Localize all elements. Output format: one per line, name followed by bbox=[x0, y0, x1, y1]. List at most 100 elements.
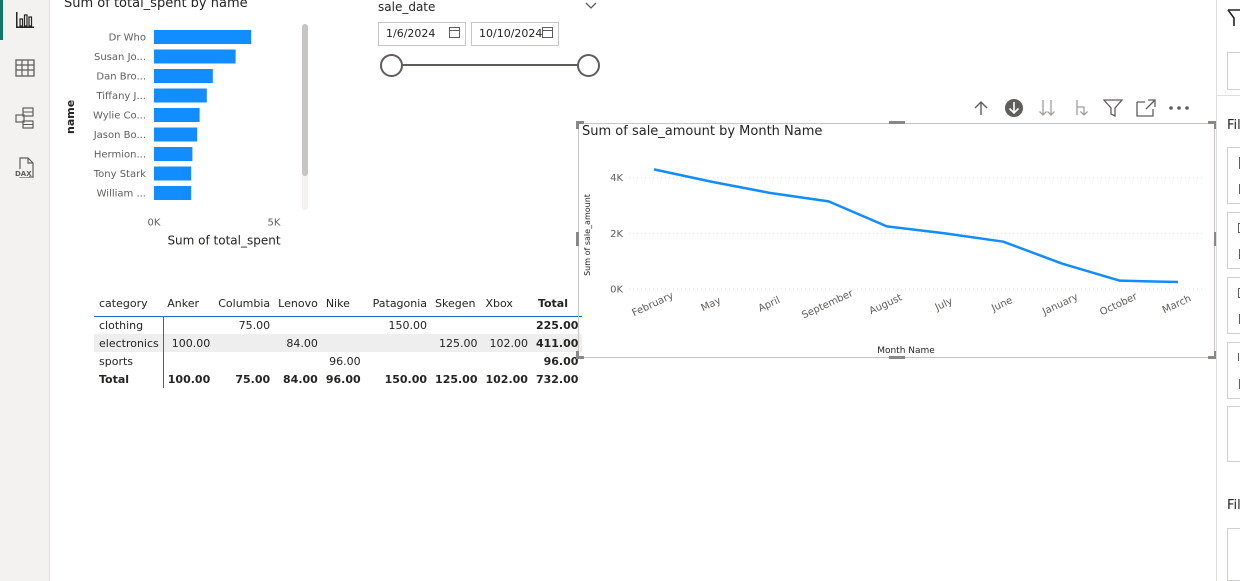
data-point[interactable] bbox=[1117, 278, 1123, 284]
matrix-cell[interactable] bbox=[214, 334, 275, 352]
bar[interactable] bbox=[154, 127, 198, 142]
matrix-column-header[interactable]: Patagonia bbox=[365, 292, 431, 316]
matrix-cell[interactable]: 225.00 bbox=[532, 316, 582, 334]
data-point[interactable] bbox=[709, 179, 715, 185]
add-filter-drop-zone[interactable] bbox=[1227, 406, 1240, 462]
bar[interactable] bbox=[154, 49, 236, 64]
matrix-cell[interactable] bbox=[482, 352, 532, 370]
matrix-cell[interactable]: 125.00 bbox=[431, 334, 482, 352]
matrix-cell[interactable] bbox=[214, 352, 274, 370]
matrix-cell[interactable] bbox=[321, 334, 365, 352]
bar[interactable] bbox=[154, 30, 252, 44]
model-view-button[interactable] bbox=[0, 98, 50, 138]
matrix-cell[interactable]: 102.00 bbox=[482, 370, 532, 388]
matrix-cell[interactable] bbox=[274, 316, 322, 334]
data-point[interactable] bbox=[767, 190, 773, 196]
matrix-cell[interactable]: 84.00 bbox=[274, 370, 322, 388]
matrix-cell[interactable]: 96.00 bbox=[322, 352, 365, 370]
matrix-cell[interactable]: 150.00 bbox=[365, 316, 431, 334]
filter-card[interactable] bbox=[1227, 212, 1240, 269]
bar[interactable] bbox=[154, 147, 193, 161]
chevron-down-icon[interactable] bbox=[584, 0, 598, 15]
matrix-row-header[interactable]: electronics bbox=[94, 334, 164, 352]
date-range-slider-start-handle[interactable] bbox=[380, 54, 403, 77]
matrix-cell[interactable]: 150.00 bbox=[365, 370, 431, 388]
bar-chart-scrollbar-thumb[interactable] bbox=[302, 24, 308, 176]
drill-up-icon[interactable] bbox=[970, 97, 992, 119]
matrix-row-header[interactable]: Total bbox=[94, 370, 164, 388]
matrix-row-header[interactable]: clothing bbox=[94, 316, 164, 334]
start-date-input[interactable]: 1/6/2024 bbox=[378, 22, 466, 46]
data-point[interactable] bbox=[826, 198, 832, 204]
expand-all-icon[interactable] bbox=[1036, 97, 1058, 119]
matrix-cell[interactable]: 100.00 bbox=[163, 370, 214, 388]
bar[interactable] bbox=[154, 166, 192, 181]
filter-icon[interactable] bbox=[1102, 97, 1124, 119]
matrix-cell[interactable] bbox=[431, 316, 481, 334]
matrix-cell[interactable]: 125.00 bbox=[431, 370, 481, 388]
data-point[interactable] bbox=[1000, 239, 1006, 245]
calendar-icon[interactable] bbox=[542, 27, 553, 38]
matrix-column-header[interactable]: Lenovo bbox=[274, 292, 322, 316]
matrix-cell[interactable] bbox=[482, 316, 532, 334]
filter-card[interactable] bbox=[1227, 342, 1240, 399]
matrix-cell[interactable]: 102.00 bbox=[481, 334, 532, 352]
matrix-cell[interactable] bbox=[163, 316, 214, 334]
matrix-column-header[interactable]: Skegen bbox=[431, 292, 481, 316]
data-point[interactable] bbox=[884, 223, 890, 229]
expand-next-level-icon[interactable] bbox=[1069, 97, 1091, 119]
dax-query-view-button[interactable]: DAX bbox=[0, 148, 50, 188]
x-tick-label: October bbox=[1098, 291, 1140, 318]
matrix-column-header[interactable]: Nike bbox=[322, 292, 365, 316]
calendar-icon[interactable] bbox=[449, 27, 460, 38]
matrix-cell[interactable]: 84.00 bbox=[274, 334, 322, 352]
visual-header-toolbar bbox=[970, 96, 1190, 120]
more-options-icon[interactable] bbox=[1168, 97, 1190, 119]
matrix-cell[interactable]: 96.00 bbox=[532, 352, 582, 370]
add-filter-drop-zone[interactable] bbox=[1227, 528, 1240, 581]
data-point[interactable] bbox=[1175, 279, 1181, 285]
matrix-cell[interactable] bbox=[274, 352, 322, 370]
x-tick-label: August bbox=[868, 292, 904, 317]
matrix-cell[interactable] bbox=[431, 352, 481, 370]
matrix-column-header[interactable]: Anker bbox=[163, 292, 214, 316]
matrix-column-header[interactable]: Xbox bbox=[482, 292, 532, 316]
matrix-column-header[interactable]: Total bbox=[532, 292, 582, 316]
resize-handle[interactable] bbox=[889, 121, 905, 124]
matrix-row-header[interactable]: sports bbox=[94, 352, 164, 370]
matrix-cell[interactable]: 732.00 bbox=[532, 370, 582, 388]
date-range-slider-end-handle[interactable] bbox=[577, 54, 600, 77]
matrix-column-header[interactable]: Columbia bbox=[214, 292, 274, 316]
bar[interactable] bbox=[154, 88, 207, 103]
data-point[interactable] bbox=[1059, 260, 1065, 266]
filters-section-label: Fil bbox=[1227, 118, 1240, 133]
filter-card[interactable] bbox=[1227, 277, 1240, 334]
data-point[interactable] bbox=[651, 166, 657, 172]
matrix-cell[interactable] bbox=[364, 334, 432, 352]
data-point[interactable] bbox=[942, 230, 948, 236]
matrix-cell[interactable] bbox=[365, 352, 431, 370]
filter-card[interactable] bbox=[1227, 147, 1240, 204]
report-view-button[interactable] bbox=[0, 0, 50, 40]
matrix-cell[interactable]: 100.00 bbox=[163, 334, 215, 352]
date-range-slider-track[interactable] bbox=[392, 64, 589, 66]
matrix-cell[interactable]: 411.00 bbox=[531, 334, 583, 352]
drill-down-on-icon[interactable] bbox=[1003, 97, 1025, 119]
filter-pane-icon[interactable] bbox=[1227, 6, 1240, 32]
matrix-cell[interactable]: 75.00 bbox=[214, 370, 274, 388]
resize-handle[interactable] bbox=[576, 121, 579, 129]
bar-chart: Dr Who Susan Jo... Dan Bro... Tiffany J... W… bbox=[93, 30, 281, 248]
matrix-column-header[interactable]: category bbox=[94, 292, 163, 316]
bar[interactable] bbox=[154, 108, 200, 122]
filter-search-box[interactable] bbox=[1227, 52, 1240, 90]
bar[interactable] bbox=[154, 186, 192, 200]
matrix-cell[interactable] bbox=[322, 316, 365, 334]
bar[interactable] bbox=[154, 69, 213, 83]
focus-mode-icon[interactable] bbox=[1135, 97, 1157, 119]
matrix-cell[interactable]: 75.00 bbox=[214, 316, 274, 334]
matrix-cell[interactable] bbox=[163, 352, 214, 370]
series-line[interactable] bbox=[653, 168, 1179, 284]
matrix-cell[interactable]: 96.00 bbox=[322, 370, 365, 388]
end-date-input[interactable]: 10/10/2024 bbox=[471, 22, 559, 46]
table-view-button[interactable] bbox=[0, 48, 50, 88]
